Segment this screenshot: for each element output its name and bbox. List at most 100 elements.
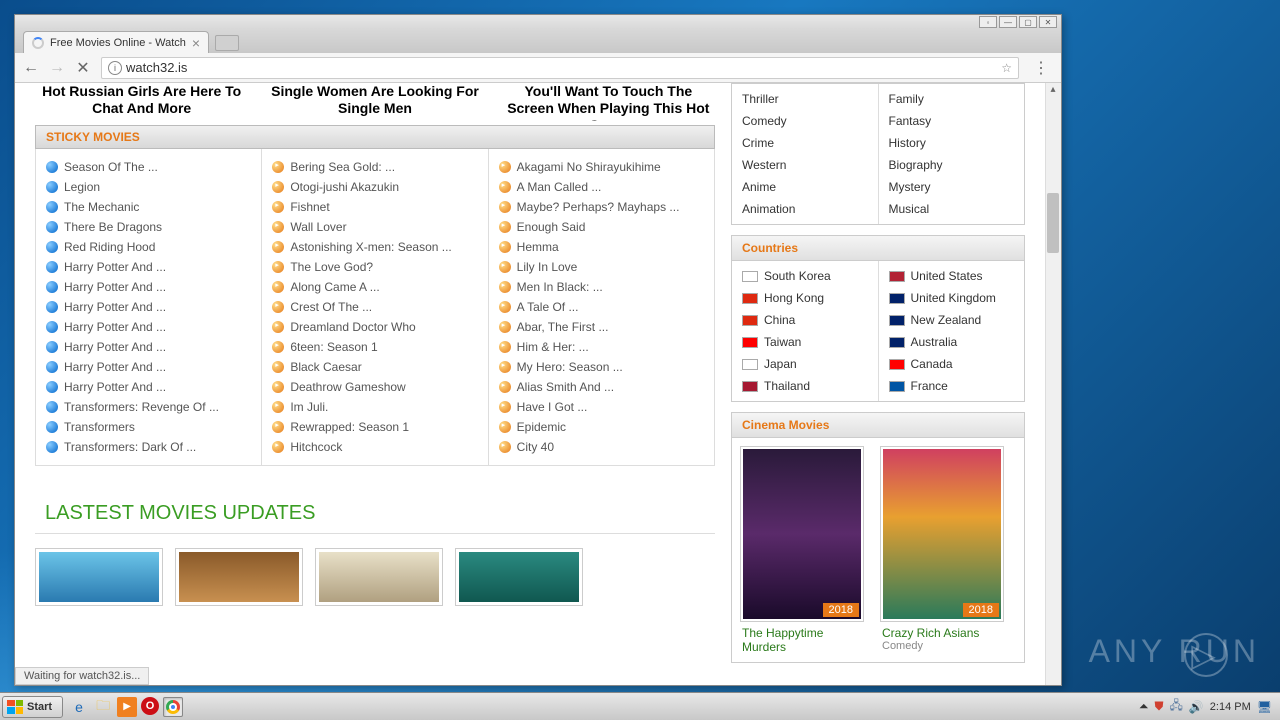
back-button[interactable]: ← bbox=[23, 60, 39, 76]
movie-link[interactable]: Transformers: Revenge Of ... bbox=[46, 397, 251, 417]
ad-item[interactable]: Hot Russian Girls Are Here To Chat And M… bbox=[35, 83, 248, 121]
movie-link[interactable]: Along Came A ... bbox=[272, 277, 477, 297]
movie-link[interactable]: Dreamland Doctor Who bbox=[272, 317, 477, 337]
country-link[interactable]: Japan bbox=[742, 353, 868, 375]
movie-link[interactable]: Im Juli. bbox=[272, 397, 477, 417]
country-link[interactable]: Australia bbox=[889, 331, 1015, 353]
movie-link[interactable]: Season Of The ... bbox=[46, 157, 251, 177]
country-link[interactable]: Hong Kong bbox=[742, 287, 868, 309]
browser-menu-icon[interactable]: ⋮ bbox=[1029, 58, 1053, 78]
genre-link[interactable]: Fantasy bbox=[889, 110, 1015, 132]
bookmark-star-icon[interactable]: ☆ bbox=[1001, 61, 1012, 75]
tray-monitor-icon[interactable]: 🖥 bbox=[1257, 700, 1272, 714]
genre-link[interactable]: Musical bbox=[889, 198, 1015, 220]
movie-link[interactable]: Transformers: Dark Of ... bbox=[46, 437, 251, 457]
movie-link[interactable]: Otogi-jushi Akazukin bbox=[272, 177, 477, 197]
movie-link[interactable]: City 40 bbox=[499, 437, 704, 457]
country-link[interactable]: Canada bbox=[889, 353, 1015, 375]
cinema-poster[interactable]: 2018 bbox=[740, 446, 864, 622]
close-button[interactable]: ✕ bbox=[1039, 16, 1057, 28]
explorer-icon[interactable]: 🗀 bbox=[93, 697, 113, 717]
genre-link[interactable]: Biography bbox=[889, 154, 1015, 176]
cinema-poster[interactable]: 2018 bbox=[880, 446, 1004, 622]
new-tab-button[interactable] bbox=[215, 35, 239, 51]
movie-link[interactable]: Alias Smith And ... bbox=[499, 377, 704, 397]
start-button[interactable]: Start bbox=[2, 696, 63, 718]
scrollbar[interactable]: ▴ bbox=[1045, 83, 1061, 685]
media-icon[interactable]: ▶ bbox=[117, 697, 137, 717]
country-link[interactable]: United States bbox=[889, 265, 1015, 287]
site-info-icon[interactable]: i bbox=[108, 61, 122, 75]
movie-link[interactable]: Maybe? Perhaps? Mayhaps ... bbox=[499, 197, 704, 217]
stop-button[interactable]: ✕ bbox=[75, 60, 91, 76]
scroll-thumb[interactable] bbox=[1047, 193, 1059, 253]
movie-link[interactable]: A Tale Of ... bbox=[499, 297, 704, 317]
movie-link[interactable]: Rewrapped: Season 1 bbox=[272, 417, 477, 437]
movie-link[interactable]: Deathrow Gameshow bbox=[272, 377, 477, 397]
tray-network-icon[interactable]: 🖧 bbox=[1169, 696, 1182, 717]
ad-item[interactable]: You'll Want To Touch The Screen When Pla… bbox=[502, 83, 715, 121]
country-link[interactable]: China bbox=[742, 309, 868, 331]
tray-expand-icon[interactable]: ⏶ bbox=[1139, 699, 1149, 714]
movie-poster[interactable] bbox=[315, 548, 443, 606]
country-link[interactable]: New Zealand bbox=[889, 309, 1015, 331]
country-link[interactable]: South Korea bbox=[742, 265, 868, 287]
genre-link[interactable]: Thriller bbox=[742, 88, 868, 110]
movie-link[interactable]: Hemma bbox=[499, 237, 704, 257]
movie-link[interactable]: Transformers bbox=[46, 417, 251, 437]
cinema-movie-item[interactable]: 2018The Happytime Murders bbox=[740, 446, 870, 654]
movie-poster[interactable] bbox=[35, 548, 163, 606]
movie-link[interactable]: Epidemic bbox=[499, 417, 704, 437]
country-link[interactable]: Thailand bbox=[742, 375, 868, 397]
movie-link[interactable]: Legion bbox=[46, 177, 251, 197]
genre-link[interactable]: Mystery bbox=[889, 176, 1015, 198]
movie-link[interactable]: Men In Black: ... bbox=[499, 277, 704, 297]
country-link[interactable]: Taiwan bbox=[742, 331, 868, 353]
movie-link[interactable]: Harry Potter And ... bbox=[46, 297, 251, 317]
movie-link[interactable]: Harry Potter And ... bbox=[46, 317, 251, 337]
ad-item[interactable]: Single Women Are Looking For Single Men bbox=[268, 83, 481, 121]
country-link[interactable]: France bbox=[889, 375, 1015, 397]
genre-link[interactable]: Family bbox=[889, 88, 1015, 110]
chrome-taskbar-icon[interactable] bbox=[163, 697, 183, 717]
movie-link[interactable]: Astonishing X-men: Season ... bbox=[272, 237, 477, 257]
movie-link[interactable]: Him & Her: ... bbox=[499, 337, 704, 357]
user-icon[interactable]: ◦ bbox=[979, 16, 997, 28]
maximize-button[interactable]: ▢ bbox=[1019, 16, 1037, 28]
movie-link[interactable]: Fishnet bbox=[272, 197, 477, 217]
tab-close-icon[interactable]: × bbox=[192, 35, 200, 51]
movie-link[interactable]: The Love God? bbox=[272, 257, 477, 277]
country-link[interactable]: United Kingdom bbox=[889, 287, 1015, 309]
cinema-title[interactable]: The Happytime Murders bbox=[740, 622, 870, 654]
url-input[interactable]: i watch32.is ☆ bbox=[101, 57, 1019, 79]
movie-link[interactable]: Harry Potter And ... bbox=[46, 337, 251, 357]
tray-security-icon[interactable]: ⛊ bbox=[1154, 699, 1163, 714]
movie-link[interactable]: Harry Potter And ... bbox=[46, 357, 251, 377]
movie-link[interactable]: Hitchcock bbox=[272, 437, 477, 457]
genre-link[interactable]: Western bbox=[742, 154, 868, 176]
tray-clock[interactable]: 2:14 PM bbox=[1210, 701, 1251, 713]
movie-link[interactable]: A Man Called ... bbox=[499, 177, 704, 197]
movie-poster[interactable] bbox=[175, 548, 303, 606]
scroll-up-icon[interactable]: ▴ bbox=[1046, 84, 1060, 98]
movie-link[interactable]: Red Riding Hood bbox=[46, 237, 251, 257]
genre-link[interactable]: Comedy bbox=[742, 110, 868, 132]
movie-link[interactable]: Harry Potter And ... bbox=[46, 257, 251, 277]
forward-button[interactable]: → bbox=[49, 60, 65, 76]
cinema-movie-item[interactable]: 2018Crazy Rich AsiansComedy bbox=[880, 446, 1010, 654]
movie-link[interactable]: Black Caesar bbox=[272, 357, 477, 377]
movie-link[interactable]: Lily In Love bbox=[499, 257, 704, 277]
genre-link[interactable]: Anime bbox=[742, 176, 868, 198]
movie-link[interactable]: There Be Dragons bbox=[46, 217, 251, 237]
browser-tab[interactable]: Free Movies Online - Watch × bbox=[23, 31, 209, 53]
movie-link[interactable]: Enough Said bbox=[499, 217, 704, 237]
movie-link[interactable]: Akagami No Shirayukihime bbox=[499, 157, 704, 177]
genre-link[interactable]: History bbox=[889, 132, 1015, 154]
ie-icon[interactable]: e bbox=[69, 697, 89, 717]
genre-link[interactable]: Animation bbox=[742, 198, 868, 220]
movie-link[interactable]: Harry Potter And ... bbox=[46, 377, 251, 397]
tray-volume-icon[interactable]: 🔊 bbox=[1189, 700, 1204, 714]
movie-link[interactable]: The Mechanic bbox=[46, 197, 251, 217]
movie-link[interactable]: Crest Of The ... bbox=[272, 297, 477, 317]
movie-poster[interactable] bbox=[455, 548, 583, 606]
